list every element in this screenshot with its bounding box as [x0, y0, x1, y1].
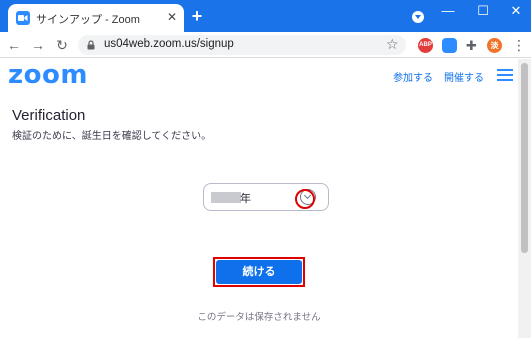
minimize-button[interactable]: —: [440, 3, 456, 19]
hamburger-menu-icon[interactable]: [497, 69, 513, 81]
highlight-circle: [295, 189, 315, 209]
zoom-header: zoom 参加する 開催する: [0, 59, 531, 93]
zoom-favicon-icon: [16, 11, 30, 25]
tab-title: サインアップ - Zoom: [36, 14, 140, 26]
page-subtitle: 検証のために、誕生日を確認してください。: [12, 131, 212, 142]
zoom-extension-icon[interactable]: [442, 38, 457, 53]
address-bar[interactable]: us04web.zoom.us/signup ☆: [78, 35, 406, 55]
back-arrow-icon[interactable]: ←: [5, 36, 23, 54]
masked-year-value: [211, 192, 241, 203]
year-suffix: 年: [240, 193, 251, 205]
reload-icon[interactable]: ↻: [53, 36, 71, 54]
browser-menu-icon[interactable]: ⋮: [512, 36, 526, 54]
adblock-extension-icon[interactable]: ABP: [418, 38, 433, 53]
tab-close-icon[interactable]: ✕: [165, 10, 179, 24]
zoom-logo[interactable]: zoom: [8, 60, 88, 90]
scrollbar-thumb[interactable]: [521, 63, 528, 253]
tab-search-icon[interactable]: [412, 11, 424, 23]
url-text: us04web.zoom.us/signup: [104, 38, 234, 50]
browser-toolbar: ← → ↻ us04web.zoom.us/signup ☆ ABP ✚ 淡 ⋮: [0, 32, 531, 58]
extensions-puzzle-icon[interactable]: ✚: [464, 38, 479, 53]
browser-tabstrip: サインアップ - Zoom ✕ + — ☐ ✕: [0, 0, 531, 32]
maximize-button[interactable]: ☐: [475, 3, 491, 19]
privacy-note: このデータは保存されません: [197, 312, 321, 323]
host-link[interactable]: 開催する: [444, 69, 484, 84]
new-tab-button[interactable]: +: [188, 7, 206, 25]
forward-arrow-icon[interactable]: →: [29, 36, 47, 54]
page-title: Verification: [12, 107, 86, 124]
continue-button[interactable]: 続ける: [216, 260, 302, 284]
page-scrollbar[interactable]: [518, 59, 531, 338]
browser-tab[interactable]: サインアップ - Zoom ✕: [8, 4, 184, 32]
lock-icon: [87, 40, 95, 50]
profile-avatar[interactable]: 淡: [487, 38, 502, 53]
join-link[interactable]: 参加する: [393, 69, 433, 84]
bookmark-star-icon[interactable]: ☆: [386, 36, 399, 53]
close-window-button[interactable]: ✕: [508, 3, 524, 19]
